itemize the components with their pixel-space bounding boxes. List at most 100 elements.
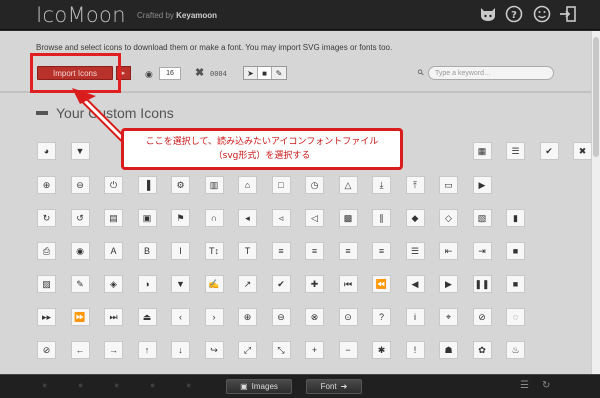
text-height-icon[interactable]: T↕: [204, 242, 224, 260]
file-icon[interactable]: □: [271, 176, 291, 194]
zoom-out-icon[interactable]: ⊖: [70, 176, 90, 194]
remove-circle-icon[interactable]: ⊘: [472, 308, 492, 326]
volume-down-icon[interactable]: ◃: [271, 209, 291, 227]
pencil-icon[interactable]: ✎: [70, 275, 90, 293]
play-icon[interactable]: ▶: [472, 176, 492, 194]
minus-sign-icon[interactable]: ⊖: [271, 308, 291, 326]
tint-icon[interactable]: ▼: [171, 275, 190, 293]
align-center-icon[interactable]: ≡: [305, 242, 324, 260]
share-icon[interactable]: ↗: [238, 275, 257, 293]
list-icon[interactable]: ☰: [405, 242, 425, 260]
map-marker-icon[interactable]: ◈: [104, 275, 123, 293]
remove-sign-icon[interactable]: ⊗: [305, 308, 324, 326]
author-link[interactable]: Keyamoon: [176, 11, 217, 20]
github-icon[interactable]: [478, 4, 498, 24]
signal-icon[interactable]: ▐: [137, 176, 157, 194]
download-icon[interactable]: ⤓: [372, 176, 391, 194]
align-justify-icon[interactable]: ≡: [372, 242, 391, 260]
question-sign-icon[interactable]: ?: [372, 308, 391, 326]
exit-icon[interactable]: [558, 4, 578, 24]
arrow-right-icon[interactable]: →: [104, 341, 123, 359]
tags-icon[interactable]: ◇: [439, 209, 458, 227]
time-icon[interactable]: ◷: [305, 176, 324, 194]
sync-icon[interactable]: ↻: [542, 380, 550, 391]
resize-full-icon[interactable]: ⤢: [238, 341, 257, 359]
arrow-left-icon[interactable]: ←: [70, 341, 90, 359]
share-alt-icon[interactable]: ↪: [204, 341, 224, 359]
italic-icon[interactable]: I: [171, 242, 190, 260]
font-button[interactable]: Font ➜: [306, 379, 362, 394]
adjust-icon[interactable]: ◑: [137, 275, 157, 293]
chevron-right-icon[interactable]: ›: [204, 308, 224, 326]
edit-icon[interactable]: ✍: [204, 275, 224, 293]
picture-icon[interactable]: ▨: [37, 275, 56, 293]
road-icon[interactable]: △: [338, 176, 358, 194]
font-icon[interactable]: A: [104, 242, 123, 260]
align-right-icon[interactable]: ≡: [338, 242, 358, 260]
minus-icon[interactable]: −: [338, 341, 358, 359]
fast-forward-icon[interactable]: ⏩: [70, 308, 90, 326]
close-icon[interactable]: ✖: [573, 142, 591, 160]
lock-icon[interactable]: ▣: [137, 209, 157, 227]
volume-up-icon[interactable]: ◁: [305, 209, 324, 227]
clear-selection-icon[interactable]: ✖: [195, 66, 204, 79]
book-icon[interactable]: ▧: [472, 209, 492, 227]
step-forward-icon[interactable]: ⏭: [104, 308, 123, 326]
list-alt-icon[interactable]: ▤: [104, 209, 123, 227]
bold-icon[interactable]: B: [137, 242, 157, 260]
bookmark-icon[interactable]: ▮: [506, 209, 525, 227]
smiley-icon[interactable]: [532, 4, 552, 24]
headphones-icon[interactable]: ∩: [204, 209, 224, 227]
barcode-icon[interactable]: ∥: [372, 209, 391, 227]
images-button[interactable]: ▣ Images: [226, 379, 292, 394]
stop-icon[interactable]: ■: [506, 275, 525, 293]
fast-backward-icon[interactable]: ⏪: [372, 275, 391, 293]
check-icon[interactable]: ✔: [271, 275, 291, 293]
info-sign-icon[interactable]: i: [405, 308, 425, 326]
asterisk-icon[interactable]: ✱: [372, 341, 391, 359]
exclamation-sign-icon[interactable]: !: [405, 341, 425, 359]
facetime-video-icon[interactable]: ■: [506, 242, 525, 260]
pause-icon[interactable]: ❚❚: [472, 275, 492, 293]
collapse-icon[interactable]: [36, 111, 48, 115]
inbox-icon[interactable]: ▭: [439, 176, 458, 194]
scrollbar-thumb[interactable]: [593, 37, 599, 157]
volume-off-icon[interactable]: ◂: [238, 209, 257, 227]
edit-mode-icon[interactable]: ✎: [272, 67, 286, 79]
flag-icon[interactable]: ⚑: [171, 209, 190, 227]
fire-icon[interactable]: ♨: [506, 341, 525, 359]
plus-sign-icon[interactable]: ⊕: [238, 308, 257, 326]
ok-sign-icon[interactable]: ⊙: [338, 308, 358, 326]
step-backward-icon[interactable]: ⏮: [338, 275, 358, 293]
gear-icon[interactable]: ⚙: [171, 176, 190, 194]
upload-icon[interactable]: ⤒: [405, 176, 425, 194]
database-icon[interactable]: ☰: [520, 380, 529, 391]
delete-mode-icon[interactable]: ■: [258, 67, 272, 79]
align-left-icon[interactable]: ≡: [271, 242, 291, 260]
move-icon[interactable]: ✚: [305, 275, 324, 293]
tag-icon[interactable]: ◆: [405, 209, 425, 227]
play-icon[interactable]: ▶: [439, 275, 458, 293]
arrow-up-icon[interactable]: ↑: [137, 341, 157, 359]
grid-size-field[interactable]: 16: [159, 67, 181, 80]
refresh-icon[interactable]: ↺: [70, 209, 90, 227]
filter-icon[interactable]: ▼: [70, 142, 90, 160]
resize-small-icon[interactable]: ⤡: [271, 341, 291, 359]
print-icon[interactable]: ⎙: [37, 242, 56, 260]
select-mode-icon[interactable]: ➤: [244, 67, 258, 79]
screenshot-icon[interactable]: ⌖: [439, 308, 458, 326]
scrollbar[interactable]: [591, 31, 600, 374]
ok-circle-icon[interactable]: ◌: [506, 308, 525, 326]
leaf-icon[interactable]: ✿: [472, 341, 492, 359]
search-input[interactable]: Type a keyword…: [428, 66, 554, 80]
backward-icon[interactable]: ◀: [405, 275, 425, 293]
camera-icon[interactable]: ◉: [70, 242, 90, 260]
zoom-in-icon[interactable]: ⊕: [37, 176, 56, 194]
rss-icon[interactable]: ◕: [37, 142, 56, 160]
check-icon[interactable]: ✔: [539, 142, 559, 160]
plus-icon[interactable]: +: [305, 341, 324, 359]
repeat-icon[interactable]: ↻: [37, 209, 56, 227]
text-width-icon[interactable]: T: [238, 242, 257, 260]
eject-icon[interactable]: ⏏: [137, 308, 157, 326]
home-icon[interactable]: ⌂: [238, 176, 257, 194]
